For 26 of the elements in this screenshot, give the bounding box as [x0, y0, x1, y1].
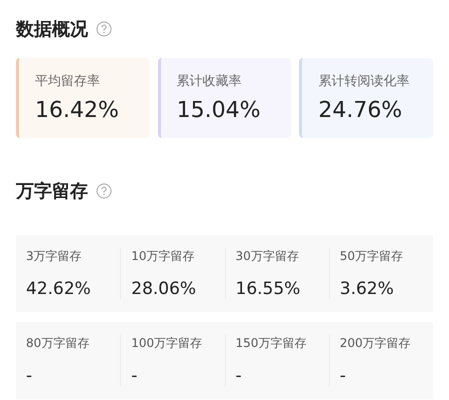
retention-label: 10万字留存 [131, 248, 196, 265]
retention-label: 150万字留存 [236, 335, 308, 352]
retention-value: 3.62% [340, 279, 395, 299]
metric-value: 16.42% [35, 98, 120, 123]
metric-value: 24.76% [318, 98, 404, 123]
metric-label: 累计收藏率 [176, 73, 243, 90]
retention-label: 30万字留存 [236, 248, 300, 265]
retention-value: - [340, 366, 347, 386]
retention-label: 80万字留存 [26, 335, 90, 352]
retention-value: - [236, 366, 243, 386]
metric-value: 15.04% [176, 98, 262, 123]
retention-value: - [26, 366, 34, 386]
retention-value: - [131, 366, 138, 386]
retention-label: 50万字留存 [340, 248, 404, 265]
retention-label: 200万字留存 [340, 335, 412, 352]
help-icon[interactable] [96, 21, 112, 37]
metric-label: 平均留存率 [35, 73, 101, 90]
retention-value: 42.62% [26, 279, 92, 299]
retention-label: 3万字留存 [26, 248, 83, 265]
retention-value: 16.55% [236, 279, 302, 299]
help-icon[interactable] [96, 183, 112, 199]
retention-label: 100万字留存 [131, 335, 204, 352]
retention-value: 28.06% [131, 279, 198, 299]
section-title: 数据概况 [16, 18, 88, 41]
section-title: 万字留存 [16, 180, 88, 203]
metric-label: 累计转阅读化率 [318, 73, 410, 90]
